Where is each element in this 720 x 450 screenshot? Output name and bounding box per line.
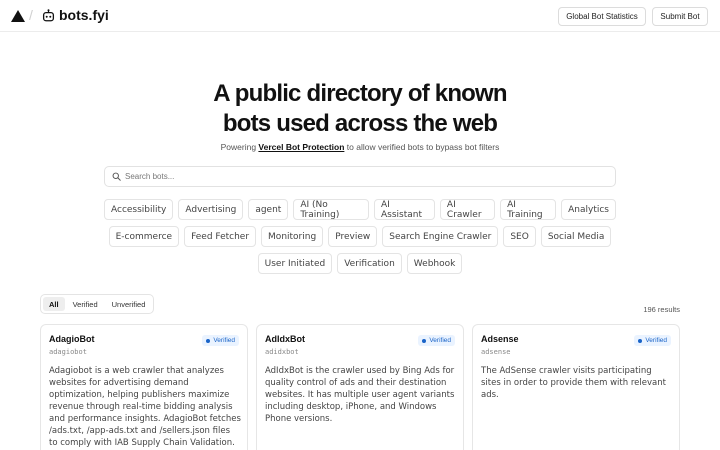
bot-id: adsense <box>481 348 511 356</box>
tag-analytics[interactable]: Analytics <box>561 199 616 220</box>
tag-row-3: User Initiated Verification Webhook <box>104 253 616 274</box>
top-header: / bots.fyi Global Bot Statistics Submit … <box>0 0 720 32</box>
tag-agent[interactable]: agent <box>248 199 289 220</box>
tag-ai-training[interactable]: AI Training <box>500 199 557 220</box>
bot-icon[interactable] <box>42 9 55 22</box>
search-icon <box>112 172 121 181</box>
page-title-line-2: bots used across the web <box>222 110 498 137</box>
tag-ai-assistant[interactable]: AI Assistant <box>374 199 435 220</box>
tag-verification[interactable]: Verification <box>337 253 402 274</box>
breadcrumb-separator: / <box>29 7 33 23</box>
results-count: 196 results <box>643 305 680 314</box>
tag-seo[interactable]: SEO <box>503 226 536 247</box>
tag-advertising[interactable]: Advertising <box>178 199 244 220</box>
page-title-line-1: A public directory of known <box>213 80 507 107</box>
search-box[interactable] <box>104 166 616 187</box>
brand-name[interactable]: bots.fyi <box>59 7 109 23</box>
verified-check-icon <box>422 338 427 343</box>
bot-card-adagiobot[interactable]: AdagioBot Verified adagiobot Adagiobot i… <box>40 324 248 450</box>
verified-badge: Verified <box>202 335 239 346</box>
verified-badge: Verified <box>418 335 455 346</box>
subtitle-suffix: to allow verified bots to bypass bot fil… <box>346 142 500 152</box>
tag-feed-fetcher[interactable]: Feed Fetcher <box>184 226 257 247</box>
tag-monitoring[interactable]: Monitoring <box>261 226 324 247</box>
subtitle-prefix: Powering <box>220 142 257 152</box>
bot-id: adagiobot <box>49 348 87 356</box>
tag-accessibility[interactable]: Accessibility <box>104 199 174 220</box>
tag-preview[interactable]: Preview <box>328 226 378 247</box>
filter-unverified[interactable]: Unverified <box>106 297 152 311</box>
category-tags: Accessibility Advertising agent AI (No T… <box>104 199 616 280</box>
bot-name: Adsense <box>481 334 519 344</box>
bot-description: AdIdxBot is the crawler used by Bing Ads… <box>265 366 455 424</box>
tag-ai-crawler[interactable]: AI Crawler <box>439 199 496 220</box>
bot-card-adidxbot[interactable]: AdIdxBot Verified adidxbot AdIdxBot is t… <box>256 324 464 450</box>
vercel-bot-protection-link[interactable]: Vercel Bot Protection <box>258 142 344 152</box>
bot-id: adidxbot <box>265 348 299 356</box>
tag-ai-no-training[interactable]: AI (No Training) <box>293 199 370 220</box>
page-subtitle: Powering Vercel Bot Protection to allow … <box>0 142 720 152</box>
bot-card-adsense[interactable]: Adsense Verified adsense The AdSense cra… <box>472 324 680 450</box>
badge-label: Verified <box>645 337 667 344</box>
badge-label: Verified <box>213 337 235 344</box>
verified-badge: Verified <box>634 335 671 346</box>
tag-social-media[interactable]: Social Media <box>540 226 612 247</box>
tag-e-commerce[interactable]: E-commerce <box>108 226 180 247</box>
verified-check-icon <box>206 338 211 343</box>
bot-name: AdIdxBot <box>265 334 305 344</box>
vercel-logo-icon[interactable] <box>11 10 25 22</box>
verification-filter: All Verified Unverified <box>40 294 155 314</box>
tag-row-1: Accessibility Advertising agent AI (No T… <box>104 199 616 220</box>
tag-row-2: E-commerce Feed Fetcher Monitoring Previ… <box>104 226 616 247</box>
badge-label: Verified <box>429 337 451 344</box>
page-title: A public directory of known bots used ac… <box>0 79 720 139</box>
filter-verified[interactable]: Verified <box>67 297 104 311</box>
tag-webhook[interactable]: Webhook <box>406 253 463 274</box>
tag-user-initiated[interactable]: User Initiated <box>257 253 333 274</box>
submit-bot-button[interactable]: Submit Bot <box>652 7 708 26</box>
global-bot-statistics-button[interactable]: Global Bot Statistics <box>558 7 646 26</box>
bot-name: AdagioBot <box>49 334 95 344</box>
search-input[interactable] <box>125 172 605 181</box>
filter-all[interactable]: All <box>43 297 65 311</box>
bot-description: Adagiobot is a web crawler that analyzes… <box>49 366 241 448</box>
tag-search-engine-crawler[interactable]: Search Engine Crawler <box>382 226 499 247</box>
bot-description: The AdSense crawler visits participating… <box>481 366 666 400</box>
verified-check-icon <box>638 338 643 343</box>
